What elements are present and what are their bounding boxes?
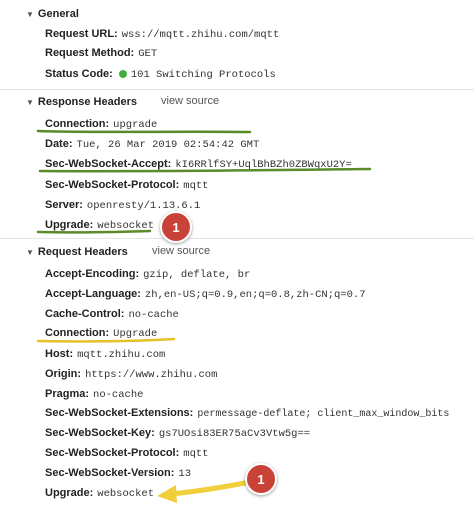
request-headers-title: Request Headers xyxy=(37,246,128,258)
header-value: 101 Switching Protocols xyxy=(130,69,276,81)
request-row-sec-websocket-version: Sec-WebSocket-Version: 13 xyxy=(45,465,191,481)
header-value: gzip, deflate, br xyxy=(143,269,251,281)
header-key: Date: xyxy=(45,138,73,150)
request-row-host: Host: mqtt.zhihu.com xyxy=(45,346,165,362)
request-row-sec-websocket-protocol: Sec-WebSocket-Protocol: mqtt xyxy=(45,445,209,461)
header-value: zh,en-US;q=0.9,en;q=0.8,zh-CN;q=0.7 xyxy=(144,289,366,301)
header-value: mqtt.zhihu.com xyxy=(77,349,166,361)
header-key: Cache-Control: xyxy=(45,308,125,320)
request-row-cache-control: Cache-Control: no-cache xyxy=(45,306,179,322)
header-key: Request URL: xyxy=(45,28,118,40)
header-key: Host: xyxy=(45,348,74,360)
header-key: Request Method: xyxy=(45,47,135,59)
general-row-status-code: Status Code: 101 Switching Protocols xyxy=(45,66,276,82)
general-section-toggle[interactable]: ▼ General xyxy=(26,6,79,22)
header-value: Tue, 26 Mar 2019 02:54:42 GMT xyxy=(76,139,260,151)
header-value: upgrade xyxy=(113,119,158,131)
header-value: mqtt xyxy=(183,180,209,192)
header-key: Upgrade: xyxy=(45,219,94,231)
yellow-arrow-line xyxy=(169,479,253,497)
response-row-sec-websocket-accept: Sec-WebSocket-Accept: kI6RRlfSY+UqlBhBZh0… xyxy=(45,156,352,172)
response-view-source-link[interactable]: view source xyxy=(161,95,219,107)
header-value: no-cache xyxy=(93,389,144,401)
request-row-upgrade: Upgrade: websocket xyxy=(45,485,154,501)
header-key: Origin: xyxy=(45,368,82,380)
header-value: openresty/1.13.6.1 xyxy=(86,200,201,212)
request-headers-section-toggle[interactable]: ▼ Request Headers xyxy=(26,244,128,260)
header-value: websocket xyxy=(97,488,154,500)
header-value: mqtt xyxy=(183,448,209,460)
header-value: no-cache xyxy=(128,309,179,321)
header-key: Sec-WebSocket-Extensions: xyxy=(45,407,194,419)
header-key: Sec-WebSocket-Protocol: xyxy=(45,179,180,191)
status-dot-icon xyxy=(118,70,127,78)
response-row-connection: Connection: upgrade xyxy=(45,116,157,132)
header-value: Upgrade xyxy=(113,328,158,340)
response-headers-title: Response Headers xyxy=(37,96,137,108)
header-key: Pragma: xyxy=(45,388,90,400)
header-value: GET xyxy=(138,48,158,60)
header-key: Sec-WebSocket-Version: xyxy=(45,467,175,479)
header-key: Sec-WebSocket-Protocol: xyxy=(45,447,180,459)
header-value: 13 xyxy=(178,468,192,480)
response-row-upgrade: Upgrade: websocket xyxy=(45,217,154,233)
response-row-date: Date: Tue, 26 Mar 2019 02:54:42 GMT xyxy=(45,136,259,152)
general-row-request-url: Request URL: wss://mqtt.zhihu.com/mqtt xyxy=(45,26,279,42)
header-key: Connection: xyxy=(45,118,110,130)
header-key: Status Code: xyxy=(45,68,113,80)
request-row-sec-websocket-key: Sec-WebSocket-Key: gs7UOsi83ER75aCv3Vtw5g… xyxy=(45,425,310,441)
general-section-title: General xyxy=(37,8,79,20)
request-row-accept-language: Accept-Language: zh,en-US;q=0.9,en;q=0.8,… xyxy=(45,286,366,302)
header-key: Server: xyxy=(45,199,83,211)
request-row-accept-encoding: Accept-Encoding: gzip, deflate, br xyxy=(45,266,250,282)
request-view-source-link[interactable]: view source xyxy=(152,245,210,257)
section-divider xyxy=(0,238,474,239)
header-key: Sec-WebSocket-Accept: xyxy=(45,158,172,170)
header-value: permessage-deflate; client_max_window_bi… xyxy=(197,409,450,420)
header-key: Sec-WebSocket-Key: xyxy=(45,427,155,439)
header-key: Connection: xyxy=(45,327,110,339)
triangle-down-icon: ▼ xyxy=(26,97,34,107)
response-row-sec-websocket-protocol: Sec-WebSocket-Protocol: mqtt xyxy=(45,177,209,193)
header-value: gs7UOsi83ER75aCv3Vtw5g== xyxy=(158,428,311,440)
annotation-badge-response: 1 xyxy=(160,211,192,243)
general-row-request-method: Request Method: GET xyxy=(45,45,157,61)
header-key: Accept-Language: xyxy=(45,288,141,300)
header-key: Upgrade: xyxy=(45,487,94,499)
triangle-down-icon: ▼ xyxy=(26,9,34,19)
header-key: Accept-Encoding: xyxy=(45,268,140,280)
header-value: kI6RRlfSY+UqlBhBZh0ZBWqxU2Y= xyxy=(175,159,352,171)
yellow-arrow-head xyxy=(157,485,177,503)
header-value: wss://mqtt.zhihu.com/mqtt xyxy=(121,29,280,41)
request-row-origin: Origin: https://www.zhihu.com xyxy=(45,366,217,382)
response-headers-section-toggle[interactable]: ▼ Response Headers xyxy=(26,94,137,110)
section-divider xyxy=(0,89,474,90)
header-value: https://www.zhihu.com xyxy=(85,369,218,381)
request-row-sec-websocket-extensions: Sec-WebSocket-Extensions: permessage-defl… xyxy=(45,405,449,421)
triangle-down-icon: ▼ xyxy=(26,247,34,257)
header-value: websocket xyxy=(97,220,154,232)
request-row-pragma: Pragma: no-cache xyxy=(45,386,143,402)
annotation-badge-request: 1 xyxy=(245,463,277,495)
request-row-connection: Connection: Upgrade xyxy=(45,325,157,341)
